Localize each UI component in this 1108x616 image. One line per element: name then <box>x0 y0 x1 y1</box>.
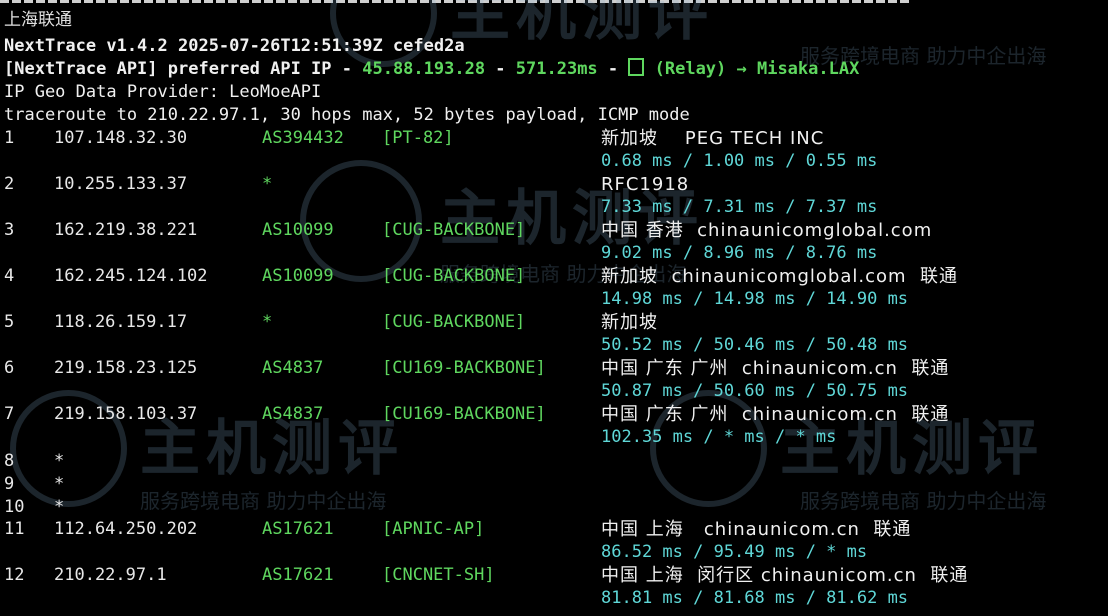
top-border <box>0 0 910 3</box>
hop-number: 1 <box>4 128 15 148</box>
hop-geo: 中国 上海 闵行区 chinaunicom.cn 联通 <box>601 565 969 586</box>
hop-tag: [CU169-BACKBONE] <box>382 404 546 424</box>
hop-rtt: 14.98 ms / 14.98 ms / 14.90 ms <box>601 289 909 309</box>
hop-rtt: 81.81 ms / 81.68 ms / 81.62 ms <box>601 588 909 608</box>
hop-ip: 112.64.250.202 <box>54 519 198 539</box>
hop-asn: AS17621 <box>262 519 334 539</box>
hop-rtt: 7.33 ms / 7.31 ms / 7.37 ms <box>601 197 878 217</box>
geo-provider-line: IP Geo Data Provider: LeoMoeAPI <box>4 82 322 102</box>
hop-geo: 中国 广东 广州 chinaunicom.cn 联通 <box>601 404 950 425</box>
hop-ip: 219.158.103.37 <box>54 404 198 424</box>
hop-tag: [CU169-BACKBONE] <box>382 358 546 378</box>
hop-ip: 10.255.133.37 <box>54 174 188 194</box>
hop-number: 8 <box>4 451 15 471</box>
hop-rtt: 0.68 ms / 1.00 ms / 0.55 ms <box>601 151 878 171</box>
api-prefix: [NextTrace API] preferred API IP - <box>4 59 363 79</box>
api-relay: (Relay) → Misaka.LAX <box>644 59 860 79</box>
hop-geo: 新加坡 chinaunicomglobal.com 联通 <box>601 266 958 287</box>
hop-geo: 中国 广东 广州 chinaunicom.cn 联通 <box>601 358 950 379</box>
hop-tag: [APNIC-AP] <box>382 519 485 539</box>
api-ip: 45.88.193.28 <box>362 59 486 79</box>
hop-asn: AS10099 <box>262 220 334 240</box>
hop-number: 12 <box>4 565 25 585</box>
traceroute-line: traceroute to 210.22.97.1, 30 hops max, … <box>4 105 690 125</box>
hop-tag: [CUG-BACKBONE] <box>382 312 526 332</box>
hop-geo: 中国 上海 chinaunicom.cn 联通 <box>601 519 912 540</box>
hop-ip: 162.219.38.221 <box>54 220 198 240</box>
api-sep1: - <box>485 59 516 79</box>
hop-ip: 118.26.159.17 <box>54 312 188 332</box>
hop-number: 3 <box>4 220 15 240</box>
hop-number: 4 <box>4 266 15 286</box>
hop-ip: * <box>54 451 65 471</box>
hop-tag: [PT-82] <box>382 128 454 148</box>
hop-rtt: 86.52 ms / 95.49 ms / * ms <box>601 542 868 562</box>
hop-asn: AS4837 <box>262 358 324 378</box>
watermark-sub: 服务跨境电商 助力中企出海 <box>140 489 387 513</box>
hop-number: 10 <box>4 497 25 517</box>
watermark-sub: 服务跨境电商 助力中企出海 <box>800 489 1047 513</box>
hop-geo: 新加坡 PEG TECH INC <box>601 128 825 149</box>
api-line: [NextTrace API] preferred API IP - 45.88… <box>4 58 859 81</box>
hop-asn: * <box>262 174 273 194</box>
hop-number: 11 <box>4 519 25 539</box>
hop-geo: 中国 香港 chinaunicomglobal.com <box>601 220 933 241</box>
hop-geo: 新加坡 <box>601 312 658 333</box>
hop-asn: AS10099 <box>262 266 334 286</box>
hop-rtt: 50.87 ms / 50.60 ms / 50.75 ms <box>601 381 909 401</box>
hop-number: 7 <box>4 404 15 424</box>
hop-rtt: 9.02 ms / 8.96 ms / 8.76 ms <box>601 243 878 263</box>
api-latency: 571.23ms <box>515 59 598 79</box>
window-title: 上海联通 <box>4 10 72 30</box>
version-line: NextTrace v1.4.2 2025-07-26T12:51:39Z ce… <box>4 35 465 58</box>
hop-ip: * <box>54 497 65 517</box>
hop-rtt: 50.52 ms / 50.46 ms / 50.48 ms <box>601 335 909 355</box>
hop-ip: 210.22.97.1 <box>54 565 167 585</box>
hop-ip: 107.148.32.30 <box>54 128 188 148</box>
unknown-glyph-icon <box>628 58 645 76</box>
version-text: NextTrace v1.4.2 2025-07-26T12:51:39Z ce… <box>4 36 465 56</box>
hop-asn: * <box>262 312 273 332</box>
hop-number: 2 <box>4 174 15 194</box>
watermark-word: 主机测评 <box>450 0 714 49</box>
hop-tag: [CUG-BACKBONE] <box>382 220 526 240</box>
hop-number: 6 <box>4 358 15 378</box>
terminal-window[interactable]: 主机测评 服务跨境电商 助力中企出海 主机测评 服务跨境电商 助力中企出海 主机… <box>0 0 1108 616</box>
hop-ip: 219.158.23.125 <box>54 358 198 378</box>
hop-geo: RFC1918 <box>601 174 690 195</box>
api-sep2: - <box>597 59 629 79</box>
hop-ip: 162.245.124.102 <box>54 266 208 286</box>
hop-asn: AS394432 <box>262 128 344 148</box>
hop-rtt: 102.35 ms / * ms / * ms <box>601 427 837 447</box>
hop-ip: * <box>54 474 65 494</box>
hop-number: 9 <box>4 474 15 494</box>
hop-number: 5 <box>4 312 15 332</box>
hop-tag: [CNCNET-SH] <box>382 565 495 585</box>
hop-asn: AS4837 <box>262 404 324 424</box>
hop-asn: AS17621 <box>262 565 334 585</box>
hop-tag: [CUG-BACKBONE] <box>382 266 526 286</box>
